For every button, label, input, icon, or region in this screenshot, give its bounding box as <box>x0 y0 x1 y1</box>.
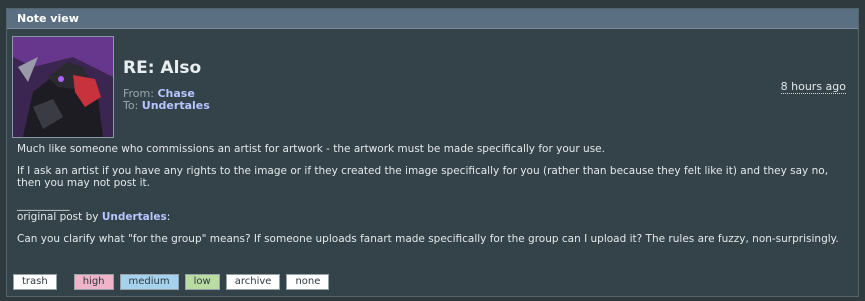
avatar[interactable] <box>12 36 114 138</box>
quote-suffix: : <box>166 211 171 223</box>
note-tag-buttons: trash high medium low archive none <box>13 274 335 290</box>
to-line: To: Undertales <box>123 100 210 112</box>
priority-medium-button[interactable]: medium <box>119 274 179 290</box>
body-paragraph-2: If I ask an artist if you have any right… <box>17 165 829 189</box>
timestamp: 8 hours ago <box>780 80 846 94</box>
note-view-panel: Note view RE: Also From: Chase To: Under… <box>6 8 859 297</box>
quoted-text: Can you clarify what "for the group" mea… <box>17 233 839 245</box>
archive-button[interactable]: archive <box>225 274 281 290</box>
quote-attribution: original post by Undertales: <box>17 211 847 223</box>
note-subject: RE: Also <box>123 58 202 78</box>
body-paragraph-1: Much like someone who commissions an art… <box>17 143 605 155</box>
quote-prefix: original post by <box>17 211 99 223</box>
to-user-link[interactable]: Undertales <box>142 99 210 112</box>
priority-none-button[interactable]: none <box>286 274 330 290</box>
priority-low-button[interactable]: low <box>184 274 220 290</box>
panel-header: Note view <box>7 9 858 29</box>
priority-high-button[interactable]: high <box>73 274 114 290</box>
quote-separator: __________ <box>17 199 70 211</box>
note-meta: From: Chase To: Undertales <box>123 88 210 112</box>
avatar-image <box>13 37 113 137</box>
trash-button[interactable]: trash <box>13 274 57 290</box>
to-label: To: <box>123 99 139 112</box>
quote-user-link[interactable]: Undertales <box>102 211 167 223</box>
note-body: Much like someone who commissions an art… <box>17 143 847 255</box>
